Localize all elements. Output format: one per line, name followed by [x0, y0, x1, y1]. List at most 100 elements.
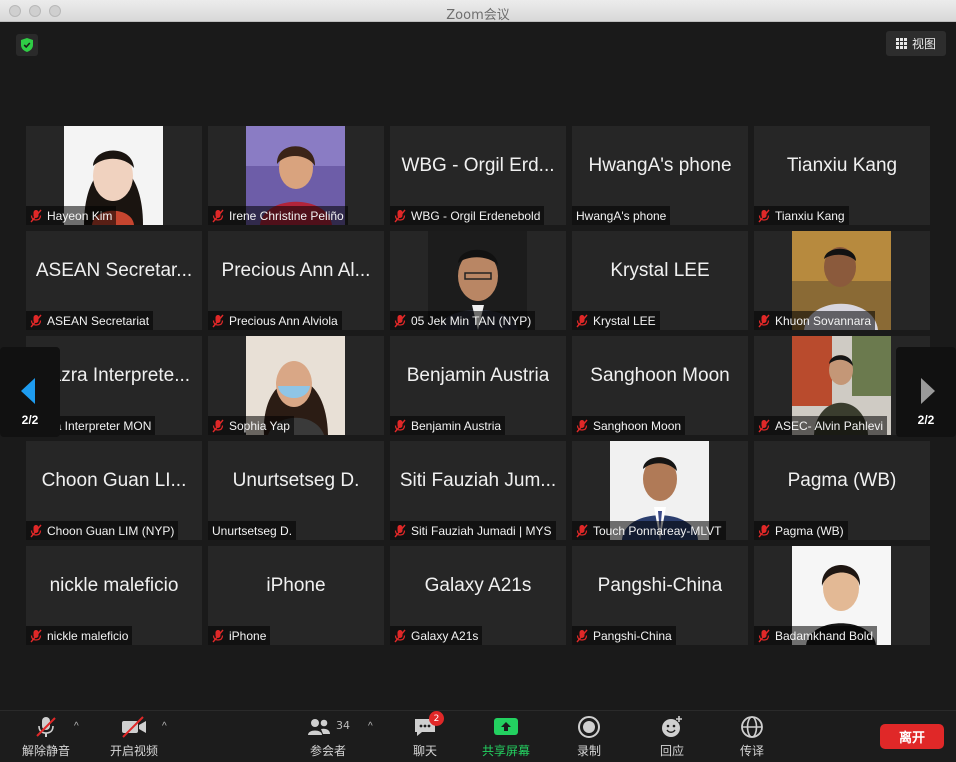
mic-muted-icon	[394, 524, 406, 538]
mic-muted-icon	[576, 629, 588, 643]
mic-muted-icon	[394, 209, 406, 223]
participant-tile[interactable]: Benjamin Austria Benjamin Austria	[390, 336, 566, 435]
participant-tile[interactable]: Galaxy A21s Galaxy A21s	[390, 546, 566, 645]
share-screen-label: 共享屏幕	[482, 744, 531, 758]
share-screen-button[interactable]: 共享屏幕	[482, 715, 530, 759]
chevron-left-icon	[21, 378, 35, 404]
participant-tile[interactable]: nickle maleficio nickle maleficio	[26, 546, 202, 645]
mic-muted-icon	[576, 314, 588, 328]
participant-name: Galaxy A21s	[411, 628, 479, 643]
participant-tile[interactable]: WBG - Orgil Erd... WBG - Orgil Erdenebold	[390, 126, 566, 225]
participant-tile[interactable]: Pagma (WB) Pagma (WB)	[754, 441, 930, 540]
mic-muted-icon	[30, 629, 42, 643]
participant-name: nickle maleficio	[47, 628, 129, 643]
participant-name: Badamkhand Bold	[775, 628, 874, 643]
window-title: Zoom会议	[446, 8, 510, 23]
participant-name: Tianxiu Kang	[775, 208, 845, 223]
participant-tile[interactable]: iPhone iPhone	[208, 546, 384, 645]
participant-tile[interactable]: Irene Christine Peliño	[208, 126, 384, 225]
mic-muted-icon	[394, 314, 406, 328]
participant-display-name: Choon Guan LI...	[41, 469, 187, 491]
participant-tile[interactable]: Hayeon Kim	[26, 126, 202, 225]
unmute-label: 解除静音	[22, 744, 71, 758]
unmute-button[interactable]: 解除静音	[22, 715, 70, 759]
record-button[interactable]: 录制	[577, 715, 601, 759]
participant-name: Touch Ponnareay-MLVT	[593, 523, 722, 538]
participant-tile[interactable]: Choon Guan LI... Choon Guan LIM (NYP)	[26, 441, 202, 540]
participant-display-name: Galaxy A21s	[424, 574, 532, 596]
participant-tile[interactable]: 05 Jek Min TAN (NYP)	[390, 231, 566, 330]
chevron-right-icon	[921, 378, 935, 404]
participant-name: ASEC- Alvin Pahlevi	[775, 418, 884, 433]
participant-tile[interactable]: ASEAN Secretar... ASEAN Secretariat	[26, 231, 202, 330]
participants-button[interactable]: 34 参会者	[306, 715, 350, 759]
title-bar: Zoom会议	[0, 0, 956, 23]
grid-icon	[895, 38, 907, 49]
participant-tile[interactable]: Unurtsetseg D. Unurtsetseg D.	[208, 441, 384, 540]
participant-tile[interactable]: Krystal LEE Krystal LEE	[572, 231, 748, 330]
interpretation-label: 传译	[740, 744, 765, 758]
audio-options-caret[interactable]: ^	[74, 721, 79, 732]
mic-muted-icon	[212, 419, 224, 433]
participant-name-bar: ASEAN Secretariat	[26, 311, 154, 330]
next-page-button[interactable]: 2/2	[896, 347, 956, 437]
participant-name-bar: Touch Ponnareay-MLVT	[572, 521, 726, 540]
participant-name-bar: Krystal LEE	[572, 311, 660, 330]
participant-display-name: Sanghoon Moon	[590, 364, 730, 386]
video-off-icon	[122, 716, 146, 738]
participants-options-caret[interactable]: ^	[368, 721, 373, 732]
participant-tile[interactable]: Sanghoon Moon Sanghoon Moon	[572, 336, 748, 435]
participant-tile[interactable]: Touch Ponnareay-MLVT	[572, 441, 748, 540]
participant-tile[interactable]: Sophia Yap	[208, 336, 384, 435]
security-shield-icon[interactable]	[16, 34, 38, 56]
participant-name: Precious Ann Alviola	[229, 313, 338, 328]
record-icon	[578, 716, 600, 738]
participant-name-bar: Galaxy A21s	[390, 626, 483, 645]
participant-tile[interactable]: Siti Fauziah Jum... Siti Fauziah Jumadi |…	[390, 441, 566, 540]
participant-name-bar: ASEC- Alvin Pahlevi	[754, 416, 888, 435]
participant-display-name: Precious Ann Al...	[221, 259, 371, 281]
participant-name: 05 Jek Min TAN (NYP)	[411, 313, 532, 328]
participant-tile[interactable]: Badamkhand Bold	[754, 546, 930, 645]
record-label: 录制	[577, 744, 602, 758]
participant-tile[interactable]: Precious Ann Al... Precious Ann Alviola	[208, 231, 384, 330]
chat-unread-badge: 2	[429, 711, 444, 726]
participant-tile[interactable]: Khuon Sovannara	[754, 231, 930, 330]
participant-display-name: Pangshi-China	[597, 574, 723, 596]
participant-name: WBG - Orgil Erdenebold	[411, 208, 541, 223]
reactions-button[interactable]: 回应	[660, 715, 684, 759]
participant-name: HwangA's phone	[576, 208, 667, 223]
mic-muted-icon	[212, 209, 224, 223]
participant-display-name: WBG - Orgil Erd...	[401, 154, 555, 176]
participant-name-bar: Pangshi-China	[572, 626, 676, 645]
start-video-button[interactable]: 开启视频	[110, 715, 158, 759]
leave-button[interactable]: 离开	[880, 724, 944, 749]
participant-display-name: Siti Fauziah Jum...	[399, 469, 557, 491]
reactions-label: 回应	[660, 744, 685, 758]
participant-name-bar: Khuon Sovannara	[754, 311, 876, 330]
participant-display-name: Tianxiu Kang	[786, 154, 898, 176]
globe-icon	[741, 716, 763, 738]
participant-tile[interactable]: Pangshi-China Pangshi-China	[572, 546, 748, 645]
participant-name-bar: HwangA's phone	[572, 206, 671, 225]
participant-display-name: HwangA's phone	[588, 154, 732, 176]
mic-muted-icon	[394, 629, 406, 643]
view-button[interactable]: 视图	[886, 31, 946, 56]
chat-button[interactable]: 2 聊天	[413, 711, 444, 759]
participant-display-name: Unurtsetseg D.	[232, 469, 360, 491]
participant-name-bar: Hayeon Kim	[26, 206, 117, 225]
participant-name-bar: Sanghoon Moon	[572, 416, 686, 435]
participant-tile[interactable]: HwangA's phone HwangA's phone	[572, 126, 748, 225]
mic-muted-icon	[758, 314, 770, 328]
meeting-toolbar: 解除静音 ^ 开启视频 ^ 34 参会者 ^ 2 聊天 共享屏幕 录制 回应 传…	[0, 710, 956, 762]
participant-display-name: iPhone	[266, 574, 326, 596]
video-options-caret[interactable]: ^	[162, 721, 167, 732]
mic-muted-icon	[394, 419, 406, 433]
participant-display-name: Krystal LEE	[610, 259, 710, 281]
participant-name: Hayeon Kim	[47, 208, 113, 223]
participant-name-bar: Choon Guan LIM (NYP)	[26, 521, 179, 540]
prev-page-button[interactable]: 2/2	[0, 347, 60, 437]
interpretation-button[interactable]: 传译	[740, 715, 764, 759]
participant-tile[interactable]: Tianxiu Kang Tianxiu Kang	[754, 126, 930, 225]
participant-name-bar: nickle maleficio	[26, 626, 133, 645]
